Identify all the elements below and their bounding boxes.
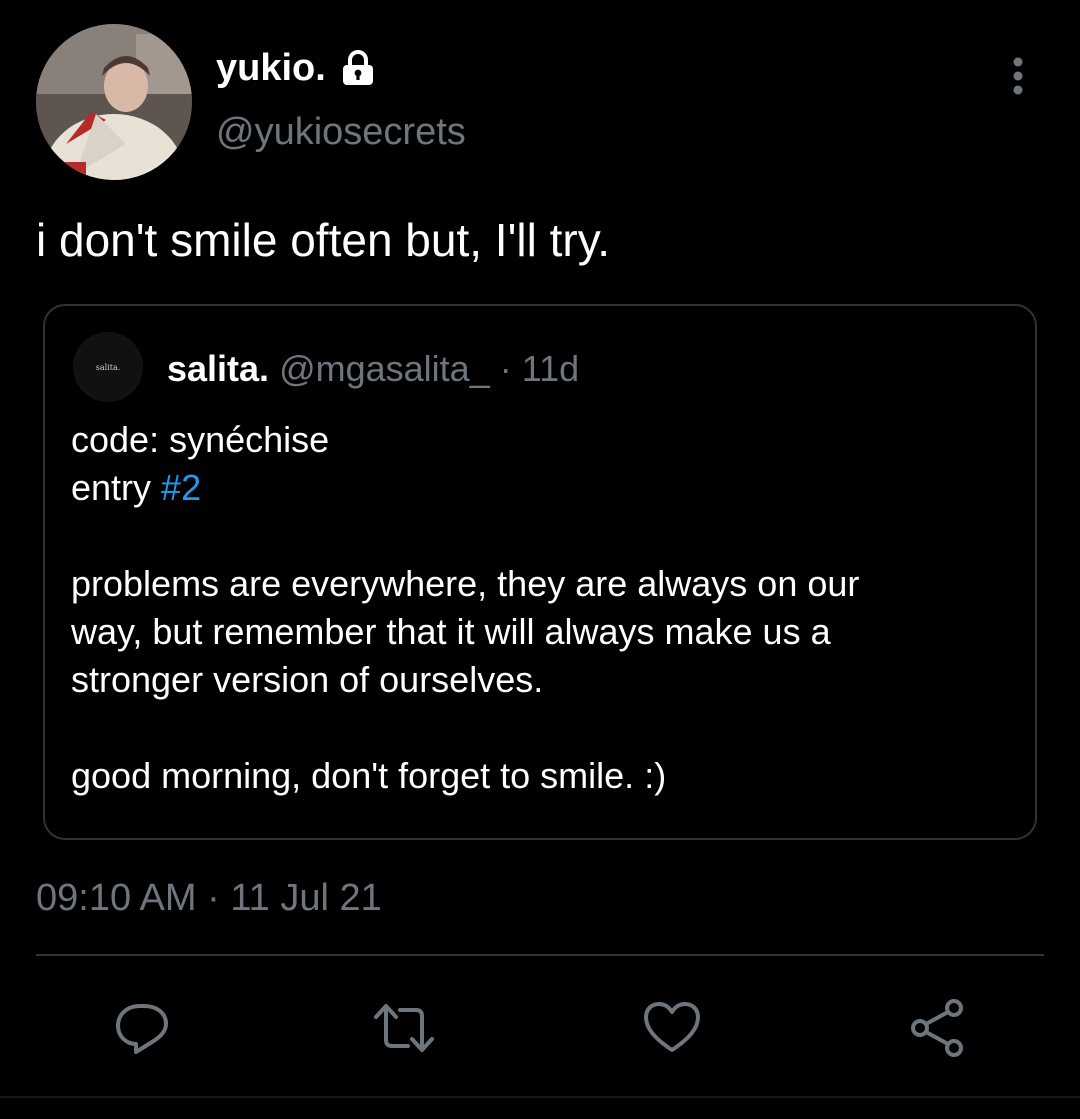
quoted-tweet-header: salita. @mgasalita_ · 11d xyxy=(167,346,579,392)
lock-icon xyxy=(338,48,378,88)
divider xyxy=(0,1096,1080,1098)
author-display-name[interactable]: yukio. xyxy=(216,44,326,92)
share-button[interactable] xyxy=(906,996,970,1060)
more-options-icon[interactable] xyxy=(1000,54,1036,98)
like-button[interactable] xyxy=(640,996,704,1060)
quoted-tweet[interactable]: salita. salita. @mgasalita_ · 11d code: … xyxy=(43,304,1037,840)
quoted-author-avatar[interactable]: salita. xyxy=(73,332,143,402)
quoted-author-name[interactable]: salita. xyxy=(167,348,269,389)
quoted-entry-prefix: entry xyxy=(71,467,162,508)
quoted-line: way, but remember that it will always ma… xyxy=(71,611,831,652)
tweet-timestamp[interactable]: 09:10 AM · 11 Jul 21 xyxy=(36,874,382,922)
tweet-text: i don't smile often but, I'll try. xyxy=(36,214,611,266)
reply-icon xyxy=(116,1004,168,1054)
quoted-avatar-logo-text: salita. xyxy=(95,362,121,372)
author-name[interactable]: yukio. xyxy=(216,44,378,92)
reply-button[interactable] xyxy=(110,996,174,1060)
like-icon xyxy=(644,1002,700,1052)
hashtag-link[interactable]: #2 xyxy=(161,467,201,508)
quoted-line: stronger version of ourselves. xyxy=(71,659,544,700)
quoted-line-entry: entry #2 xyxy=(71,464,859,512)
author-avatar[interactable] xyxy=(36,24,192,180)
quoted-time-separator: · xyxy=(499,348,522,389)
quoted-author-handle[interactable]: @mgasalita_ xyxy=(279,348,490,389)
quoted-line: problems are everywhere, they are always… xyxy=(71,563,860,604)
retweet-icon xyxy=(374,1004,434,1052)
quoted-tweet-age: 11d xyxy=(521,348,580,389)
quoted-tweet-body: code: synéchise entry #2 problems are ev… xyxy=(71,416,859,800)
quoted-line-code: code: synéchise xyxy=(71,419,330,460)
retweet-button[interactable] xyxy=(372,996,436,1060)
divider xyxy=(36,954,1044,956)
quoted-line: good morning, don't forget to smile. :) xyxy=(71,755,667,796)
share-icon xyxy=(911,999,963,1057)
author-handle[interactable]: @yukiosecrets xyxy=(216,108,466,156)
